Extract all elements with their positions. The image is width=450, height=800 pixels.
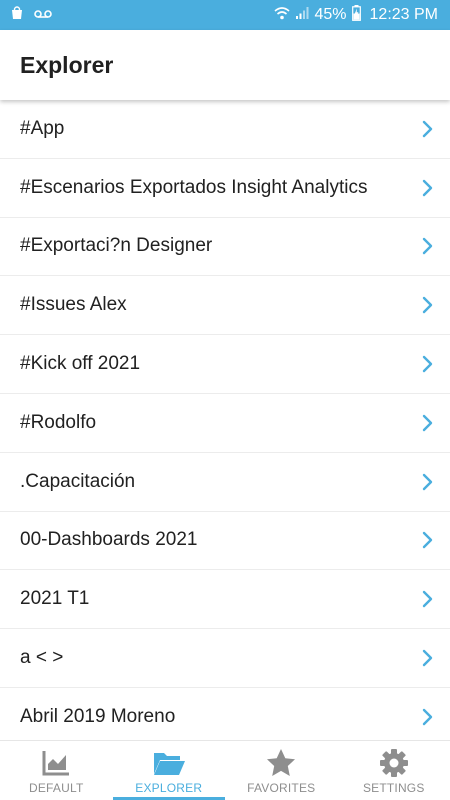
app-bar: Explorer	[0, 30, 450, 100]
chevron-right-icon	[421, 179, 433, 197]
tab-label: SETTINGS	[362, 781, 425, 795]
list-item[interactable]: .Capacitación	[0, 453, 450, 512]
list-item-label: #App	[20, 117, 65, 139]
bottom-navigation: DEFAULT EXPLORER FAVORITES SETTINGS	[0, 740, 450, 800]
list-item[interactable]: #Issues Alex	[0, 276, 450, 336]
chevron-right-icon	[421, 120, 433, 138]
list-item[interactable]: #Escenarios Exportados Insight Analytics	[0, 159, 450, 218]
folder-open-icon	[152, 748, 186, 778]
chevron-right-icon	[421, 590, 433, 608]
explorer-list[interactable]: #App #Escenarios Exportados Insight Anal…	[0, 100, 450, 740]
chart-icon	[41, 748, 71, 778]
wifi-icon	[274, 6, 291, 25]
tab-explorer[interactable]: EXPLORER	[112, 741, 225, 800]
chevron-right-icon	[421, 531, 433, 549]
list-item-label: a < >	[20, 647, 64, 669]
status-bar: 45% 12:23 PM	[0, 0, 450, 30]
tab-favorites[interactable]: FAVORITES	[225, 741, 338, 800]
list-item[interactable]: 2021 T1	[0, 570, 450, 630]
chevron-right-icon	[421, 649, 433, 667]
clock: 12:23 PM	[369, 6, 438, 23]
chevron-right-icon	[421, 473, 433, 491]
list-item-label: #Kick off 2021	[20, 353, 141, 375]
list-item[interactable]: Abril 2019 Moreno	[0, 688, 450, 740]
signal-icon	[295, 6, 309, 25]
tab-default[interactable]: DEFAULT	[0, 741, 113, 800]
list-item[interactable]: #Rodolfo	[0, 394, 450, 453]
list-item-label: Abril 2019 Moreno	[20, 705, 176, 727]
chevron-right-icon	[421, 237, 433, 255]
chevron-right-icon	[421, 414, 433, 432]
list-item[interactable]: #Exportaci?n Designer	[0, 218, 450, 277]
chevron-right-icon	[421, 296, 433, 314]
list-item-label: 00-Dashboards 2021	[20, 529, 198, 551]
status-left	[10, 5, 52, 25]
tab-label: DEFAULT	[28, 781, 84, 795]
list-item-label: 2021 T1	[20, 588, 90, 610]
list-item[interactable]: #App	[0, 100, 450, 159]
tab-label: FAVORITES	[247, 781, 316, 795]
list-item-label: .Capacitación	[20, 470, 136, 492]
list-item-label: #Rodolfo	[20, 411, 97, 433]
gear-icon	[379, 748, 409, 778]
voicemail-icon	[34, 6, 52, 24]
tab-settings[interactable]: SETTINGS	[338, 741, 450, 800]
list-item[interactable]: a < >	[0, 629, 450, 688]
star-icon	[266, 748, 296, 778]
battery-charging-icon	[351, 4, 361, 26]
chevron-right-icon	[421, 708, 433, 726]
list-item-label: #Escenarios Exportados Insight Analytics	[20, 176, 368, 198]
battery-percent: 45%	[314, 6, 347, 23]
shopping-bag-icon	[10, 5, 24, 25]
status-right: 45% 12:23 PM	[274, 4, 438, 26]
chevron-right-icon	[421, 355, 433, 373]
page-title: Explorer	[20, 51, 114, 78]
list-item[interactable]: 00-Dashboards 2021	[0, 512, 450, 571]
list-item-label: #Issues Alex	[20, 294, 127, 316]
tab-label: EXPLORER	[135, 781, 203, 795]
list-item[interactable]: #Kick off 2021	[0, 335, 450, 394]
list-item-label: #Exportaci?n Designer	[20, 235, 213, 257]
